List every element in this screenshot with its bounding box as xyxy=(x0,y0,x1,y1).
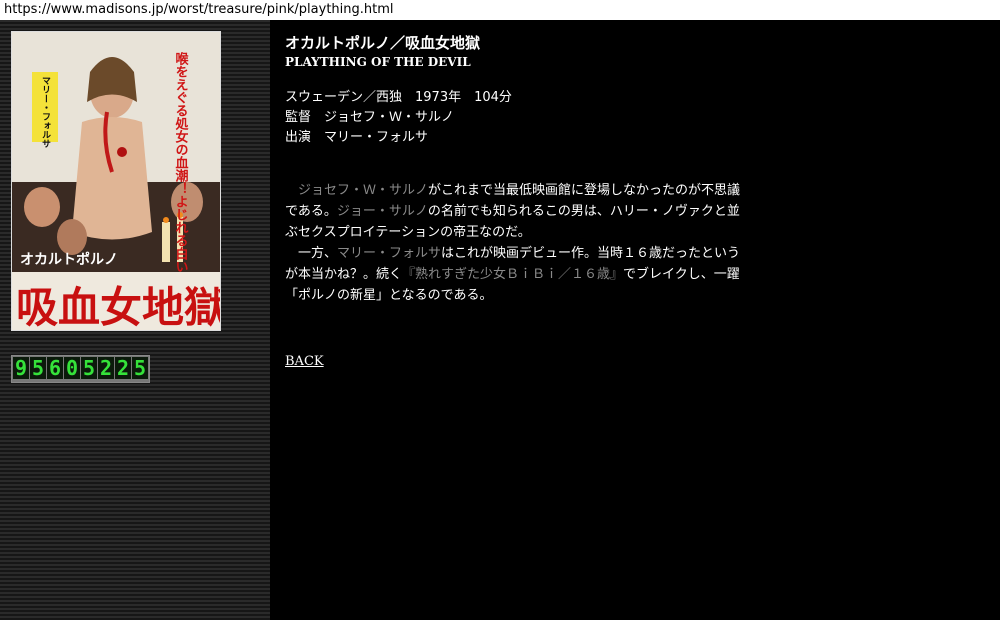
counter-digit: 5 xyxy=(132,356,148,380)
poster-subtitle: オカルトポルノ xyxy=(20,251,118,268)
poster-actress: マリー・フォルサ xyxy=(40,76,51,148)
poster-title: 吸血女地獄 xyxy=(16,283,220,330)
url-bar[interactable]: https://www.madisons.jp/worst/treasure/p… xyxy=(0,0,1000,20)
back-link[interactable]: BACK xyxy=(285,354,324,369)
movie-description: ジョセフ・Ｗ・サルノがこれまで当最低映画館に登場しなかったのが不思議である。ジョ… xyxy=(285,180,745,306)
poster-image: 喉をえぐる処女の血潮！よじれる白い肉体！ マリー・フォルサ オカルトポルノ 吸血… xyxy=(12,32,220,330)
director-link[interactable]: ジョセフ・Ｗ・サルノ xyxy=(298,183,428,198)
description-paragraph: 一方、マリー・フォルサはこれが映画デビュー作。当時１６歳だったというが本当かね？… xyxy=(285,243,745,306)
counter-digit: 5 xyxy=(30,356,46,380)
counter-digit: 2 xyxy=(115,356,131,380)
page-title-jp: オカルトポルノ／吸血女地獄 xyxy=(285,34,481,52)
counter-digit: 9 xyxy=(13,356,29,380)
related-movie-link[interactable]: 『熟れすぎた少女ＢｉＢｉ／１６歳』 xyxy=(402,267,623,282)
description-paragraph: ジョセフ・Ｗ・サルノがこれまで当最低映画館に登場しなかったのが不思議である。ジョ… xyxy=(285,180,745,243)
counter-digit: 6 xyxy=(47,356,63,380)
hit-counter: 9 5 6 0 5 2 2 5 xyxy=(11,355,150,383)
sidebar: 喉をえぐる処女の血潮！よじれる白い肉体！ マリー・フォルサ オカルトポルノ 吸血… xyxy=(0,20,270,620)
actress-link[interactable]: マリー・フォルサ xyxy=(337,246,441,261)
description-text: 一方、 xyxy=(298,246,338,261)
counter-digit: 2 xyxy=(98,356,114,380)
movie-poster: 喉をえぐる処女の血潮！よじれる白い肉体！ マリー・フォルサ オカルトポルノ 吸血… xyxy=(11,31,221,331)
page-title-en: PLAYTHING OF THE DEVIL xyxy=(285,55,471,69)
counter-digit: 5 xyxy=(81,356,97,380)
info-country-year: スウェーデン／西独 1973年 104分 xyxy=(285,90,512,105)
info-cast: 出演 マリー・フォルサ xyxy=(285,130,429,145)
counter-digit: 0 xyxy=(64,356,80,380)
director-alias-link[interactable]: ジョー・サルノ xyxy=(337,204,428,219)
info-director: 監督 ジョセフ・Ｗ・サルノ xyxy=(285,110,455,125)
movie-info: スウェーデン／西独 1973年 104分 監督 ジョセフ・Ｗ・サルノ 出演 マリ… xyxy=(285,88,512,148)
